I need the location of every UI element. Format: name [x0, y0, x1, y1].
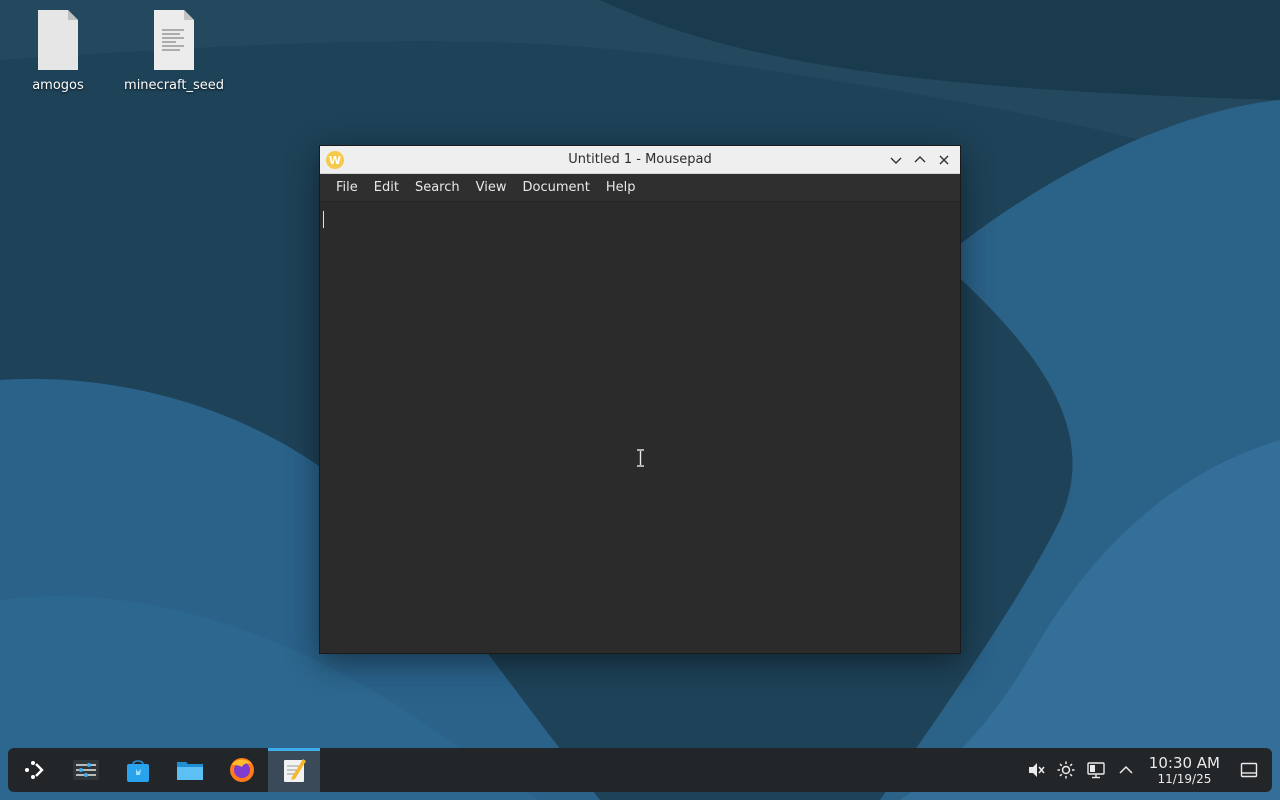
- desktop-icon-label: minecraft_seed: [124, 78, 224, 93]
- discover-store-icon: [127, 760, 149, 782]
- network-button[interactable]: [1081, 748, 1111, 792]
- brightness-icon: [1057, 761, 1075, 779]
- folder-icon: [177, 762, 203, 780]
- discover-store-button[interactable]: [112, 748, 164, 792]
- network-wired-icon: [1087, 762, 1105, 779]
- text-editor-area[interactable]: [320, 203, 960, 653]
- maximize-button[interactable]: [910, 150, 930, 170]
- ibeam-cursor-icon: [637, 449, 644, 467]
- system-tray: 10:30 AM 11/19/25: [1021, 748, 1264, 792]
- show-desktop-icon: [1240, 762, 1258, 778]
- clock-date: 11/19/25: [1157, 771, 1212, 786]
- desktop-icon-amogos[interactable]: amogos: [3, 10, 113, 93]
- minimize-button[interactable]: [886, 150, 906, 170]
- text-caret: [323, 211, 324, 228]
- mousepad-taskbar-button[interactable]: [268, 748, 320, 792]
- blank-file-icon: [38, 10, 78, 70]
- desktop-icon-label: amogos: [32, 78, 84, 93]
- volume-muted-icon: [1028, 763, 1045, 777]
- desktop-icon-minecraft-seed[interactable]: minecraft_seed: [119, 10, 229, 93]
- window-titlebar[interactable]: W Untitled 1 - Mousepad: [320, 146, 960, 174]
- volume-muted-button[interactable]: [1021, 748, 1051, 792]
- chevron-up-icon: [1119, 765, 1133, 774]
- file-manager-button[interactable]: [164, 748, 216, 792]
- taskbar: 10:30 AM 11/19/25: [8, 748, 1272, 792]
- clock[interactable]: 10:30 AM 11/19/25: [1148, 753, 1220, 786]
- menu-view[interactable]: View: [468, 176, 515, 199]
- system-settings-icon: [73, 760, 99, 780]
- application-launcher-button[interactable]: [8, 748, 60, 792]
- menu-edit[interactable]: Edit: [366, 176, 407, 199]
- system-settings-button[interactable]: [60, 748, 112, 792]
- menu-bar: File Edit Search View Document Help: [320, 174, 960, 202]
- show-hidden-icons-button[interactable]: [1111, 748, 1141, 792]
- menu-document[interactable]: Document: [514, 176, 597, 199]
- window-title: Untitled 1 - Mousepad: [568, 152, 712, 167]
- firefox-icon: [230, 758, 254, 782]
- menu-search[interactable]: Search: [407, 176, 468, 199]
- close-button[interactable]: [934, 150, 954, 170]
- menu-file[interactable]: File: [328, 176, 366, 199]
- menu-help[interactable]: Help: [598, 176, 644, 199]
- show-desktop-button[interactable]: [1234, 748, 1264, 792]
- clock-time: 10:30 AM: [1148, 753, 1220, 772]
- text-file-icon: [154, 10, 194, 70]
- firefox-button[interactable]: [216, 748, 268, 792]
- application-launcher-icon: [25, 761, 44, 779]
- chevron-down-icon: [890, 157, 902, 164]
- chevron-up-icon: [914, 156, 926, 163]
- close-icon: [939, 155, 949, 165]
- brightness-button[interactable]: [1051, 748, 1081, 792]
- mousepad-icon: [284, 759, 306, 782]
- mousepad-window: W Untitled 1 - Mousepad File Edit Search…: [319, 145, 961, 654]
